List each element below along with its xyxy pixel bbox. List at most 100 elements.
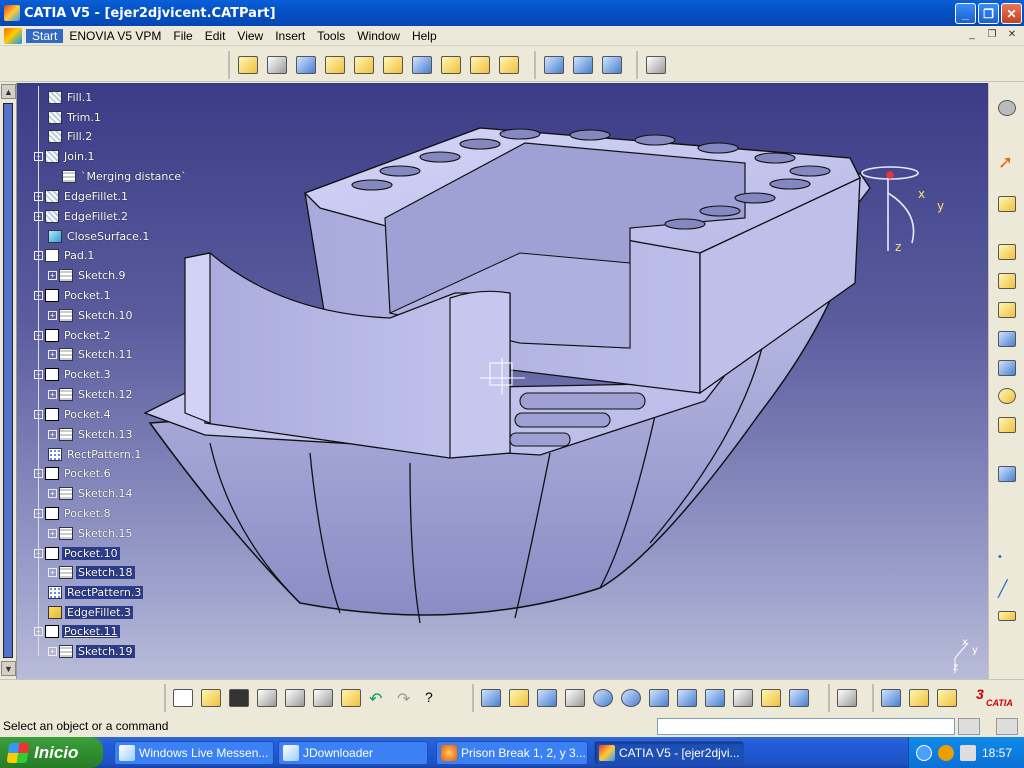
collapse-toggle[interactable]: − — [34, 548, 43, 558]
start-button[interactable]: Inicio — [0, 737, 103, 768]
menu-insert[interactable]: Insert — [269, 29, 311, 43]
tree-item[interactable]: − Pad.1 — [34, 246, 96, 264]
tree-item[interactable]: + Sketch.11 — [48, 345, 135, 363]
collapse-toggle[interactable]: − — [34, 290, 43, 300]
pad-icon[interactable] — [995, 241, 1019, 263]
plane-icon[interactable] — [995, 605, 1019, 627]
scroll-down-arrow[interactable]: ▼ — [1, 661, 16, 676]
tree-scrollbar[interactable]: ▲ ▼ — [0, 83, 17, 679]
line-icon[interactable]: ╱ — [995, 576, 1019, 598]
doc-restore-button[interactable]: ❐ — [984, 28, 1000, 42]
tree-item[interactable]: − Pocket.2 — [34, 326, 113, 344]
pattern-icon[interactable] — [598, 52, 626, 78]
open-icon[interactable] — [197, 685, 225, 711]
rib-icon[interactable] — [379, 52, 407, 78]
menu-view[interactable]: View — [231, 29, 269, 43]
power-input-field[interactable] — [657, 718, 955, 735]
collapse-toggle[interactable]: − — [34, 626, 43, 636]
minimize-button[interactable]: _ — [955, 3, 976, 24]
point-icon[interactable]: • — [995, 548, 1019, 570]
redo-icon[interactable]: ↷ — [393, 685, 421, 711]
tray-app-icon[interactable] — [937, 744, 954, 761]
cut-icon[interactable] — [281, 685, 309, 711]
pan-icon[interactable] — [533, 685, 561, 711]
expand-toggle[interactable]: + — [48, 270, 57, 280]
tree-item[interactable]: `Merging distance` — [62, 167, 189, 185]
menu-window[interactable]: Window — [351, 29, 406, 43]
expand-toggle[interactable]: + — [48, 528, 57, 538]
expand-toggle[interactable]: + — [34, 191, 43, 201]
restore-button[interactable]: ❐ — [978, 3, 999, 24]
collapse-toggle[interactable]: − — [34, 468, 43, 478]
expand-toggle[interactable]: + — [48, 310, 57, 320]
boolean-icon[interactable] — [995, 414, 1019, 436]
sketcher-icon[interactable] — [995, 193, 1019, 215]
swap-visible-space-icon[interactable] — [785, 685, 813, 711]
close-button[interactable]: ✕ — [1001, 3, 1022, 24]
expand-toggle[interactable]: + — [48, 646, 57, 656]
expand-toggle[interactable]: + — [48, 567, 57, 577]
collapse-toggle[interactable]: − — [34, 409, 43, 419]
tree-item[interactable]: + Sketch.10 — [48, 306, 135, 324]
fit-all-in-icon[interactable] — [642, 52, 670, 78]
doc-minimize-button[interactable]: _ — [964, 28, 980, 42]
save-icon[interactable] — [225, 685, 253, 711]
shading-icon[interactable] — [729, 685, 757, 711]
tray-expand-icon[interactable] — [915, 744, 932, 761]
tree-item[interactable]: + Sketch.15 — [48, 524, 135, 542]
menu-enovia[interactable]: ENOVIA V5 VPM — [63, 29, 167, 43]
apply-material-bottom-icon[interactable] — [933, 685, 961, 711]
whats-this-icon[interactable]: ? — [421, 685, 449, 711]
tree-item[interactable]: + EdgeFillet.2 — [34, 207, 130, 225]
normal-view-icon[interactable] — [645, 685, 673, 711]
zoom-in-icon[interactable] — [589, 685, 617, 711]
menu-file[interactable]: File — [167, 29, 198, 43]
tree-item[interactable]: − Pocket.6 — [34, 464, 113, 482]
measure-inertia-icon[interactable] — [905, 685, 933, 711]
scroll-thumb[interactable] — [3, 103, 13, 658]
tree-item[interactable]: + EdgeFillet.1 — [34, 187, 130, 205]
collapse-toggle[interactable]: − — [34, 369, 43, 379]
tree-item[interactable]: + Sketch.19 — [48, 642, 135, 660]
collapse-toggle[interactable]: − — [34, 330, 43, 340]
tree-item[interactable]: − Pocket.1 — [34, 286, 113, 304]
catia-menu-icon[interactable] — [4, 27, 22, 44]
rectangular-pattern-icon[interactable] — [995, 357, 1019, 379]
multi-view-icon[interactable] — [673, 685, 701, 711]
task-messenger[interactable]: Windows Live Messen... — [114, 741, 274, 765]
apply-material-icon[interactable] — [995, 463, 1019, 485]
expand-toggle[interactable]: + — [48, 429, 57, 439]
pad-icon[interactable] — [234, 52, 262, 78]
iso-view-icon[interactable] — [701, 685, 729, 711]
fillet-icon[interactable] — [995, 270, 1019, 292]
rotate-icon[interactable] — [561, 685, 589, 711]
expand-toggle[interactable]: + — [48, 349, 57, 359]
removed-multi-section-icon[interactable] — [495, 52, 523, 78]
task-jdownloader[interactable]: JDownloader — [278, 741, 428, 765]
tree-item[interactable]: − Pocket.11 — [34, 622, 120, 640]
multi-section-solid-icon[interactable] — [466, 52, 494, 78]
tree-item[interactable]: − Pocket.4 — [34, 405, 113, 423]
menu-help[interactable]: Help — [406, 29, 443, 43]
tree-item[interactable]: − Pocket.10 — [34, 544, 120, 562]
3d-viewport[interactable]: x y z x y z ▲ ▼ Fill.1 Trim.1 Fill.2 − Jo… — [0, 83, 988, 679]
collapse-toggle[interactable]: − — [34, 250, 43, 260]
copy-icon[interactable] — [309, 685, 337, 711]
tree-item[interactable]: Fill.1 — [48, 88, 94, 106]
zoom-out-icon[interactable] — [617, 685, 645, 711]
undo-icon[interactable]: ↶ — [365, 685, 393, 711]
tree-item[interactable]: RectPattern.1 — [48, 445, 143, 463]
update-icon[interactable] — [833, 685, 861, 711]
tree-item[interactable]: Fill.2 — [48, 127, 94, 145]
tree-item[interactable]: RectPattern.3 — [48, 583, 144, 601]
slot-icon[interactable] — [408, 52, 436, 78]
task-firefox[interactable]: Prison Break 1, 2, y 3... — [436, 741, 588, 765]
collapse-toggle[interactable]: − — [34, 508, 43, 518]
fit-all-icon[interactable] — [505, 685, 533, 711]
constraint-icon[interactable] — [569, 52, 597, 78]
hole-icon[interactable] — [350, 52, 378, 78]
tree-item[interactable]: + Sketch.14 — [48, 484, 135, 502]
hide-show-icon[interactable] — [757, 685, 785, 711]
menu-start[interactable]: Start — [26, 28, 64, 43]
tree-item[interactable]: Trim.1 — [48, 108, 103, 126]
